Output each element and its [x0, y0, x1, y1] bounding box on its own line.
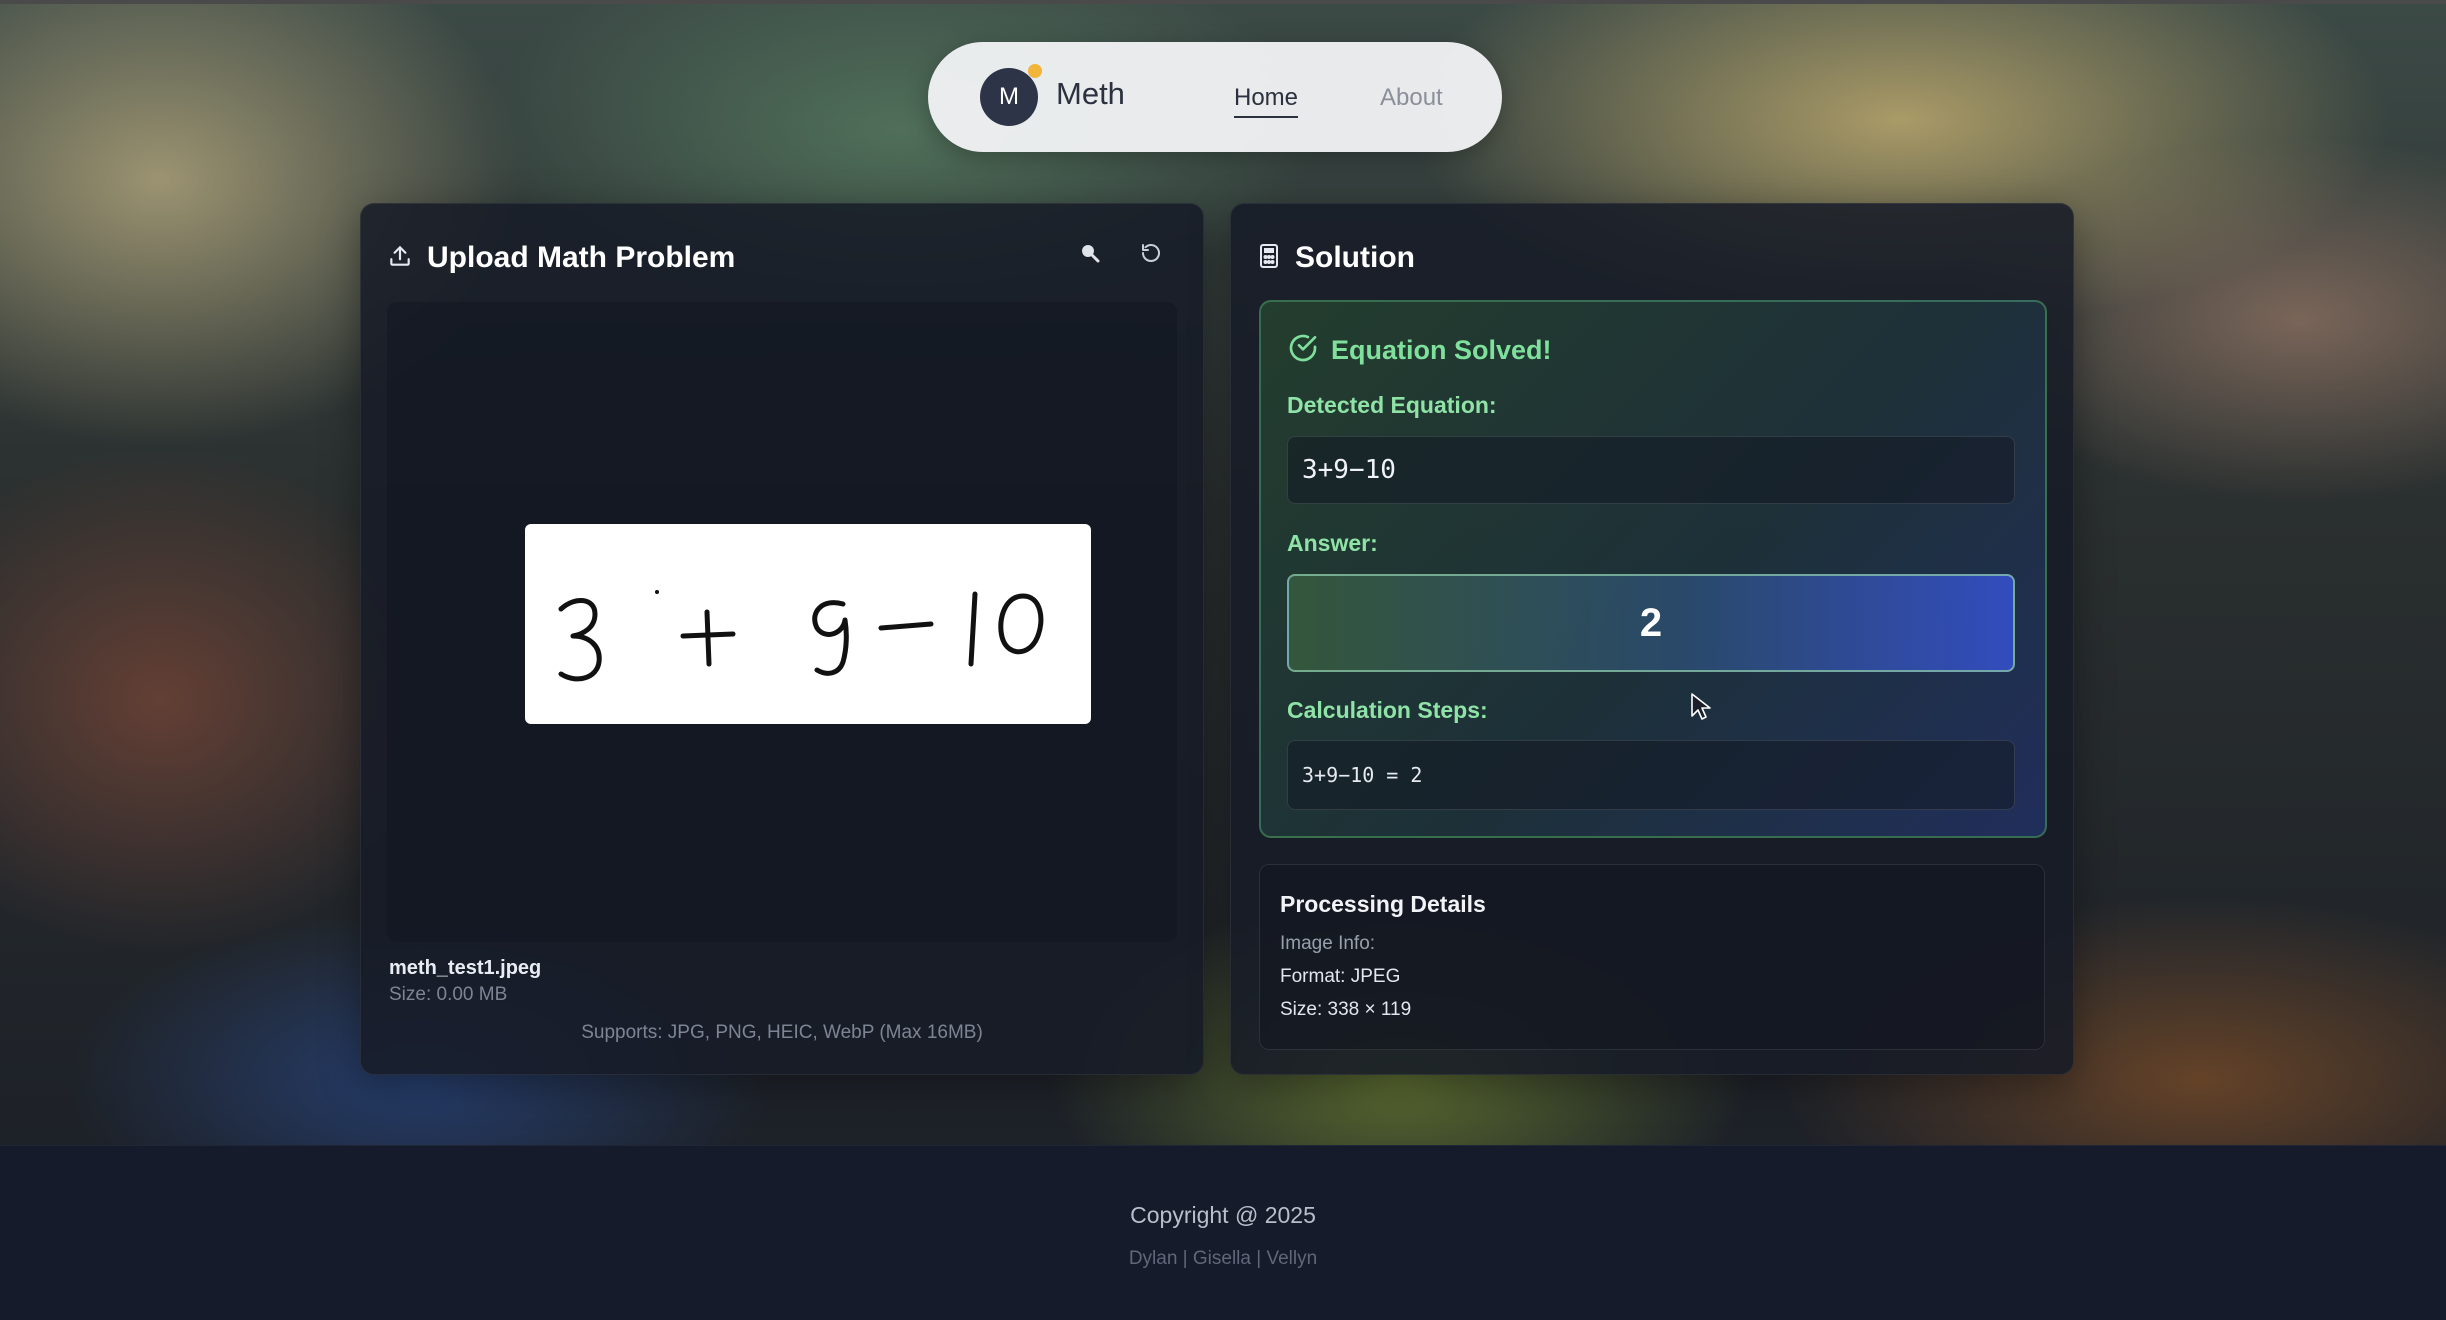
- avatar-letter: M: [999, 83, 1019, 110]
- upload-icon: [387, 243, 413, 274]
- top-navbar: M Meth Home About: [928, 42, 1502, 152]
- zoom-button[interactable]: [1073, 238, 1107, 272]
- credits-text: Dylan | Gisella | Vellyn: [1128, 1248, 1318, 1269]
- calculation-steps-value: 3+9−10 = 2: [1302, 763, 1423, 787]
- solution-card: Solution Equation Solved! Detected Equat…: [1230, 203, 2074, 1075]
- nav-link-home[interactable]: Home: [1234, 84, 1299, 118]
- brand-avatar[interactable]: M: [980, 68, 1038, 126]
- detected-equation-field[interactable]: 3+9−10: [1287, 436, 2015, 504]
- brand-name[interactable]: Meth: [1056, 76, 1125, 112]
- calculation-steps-field[interactable]: 3+9−10 = 2: [1287, 740, 2015, 810]
- uploaded-image-preview: [525, 524, 1091, 724]
- calculator-icon: [1257, 243, 1281, 274]
- image-info-label: Image Info:: [1280, 933, 1376, 954]
- processing-details-panel: Processing Details Image Info: Format: J…: [1259, 864, 2045, 1050]
- supported-formats-note: Supports: JPG, PNG, HEIC, WebP (Max 16MB…: [581, 1022, 983, 1043]
- refresh-icon: [1139, 241, 1163, 270]
- notification-dot: [1028, 64, 1042, 78]
- check-circle-icon: [1287, 332, 1319, 369]
- answer-value: 2: [1639, 600, 1663, 645]
- solved-status-text: Equation Solved!: [1331, 335, 1552, 365]
- upload-drop-area[interactable]: [387, 302, 1177, 942]
- image-format: Format: JPEG: [1280, 966, 1401, 987]
- solution-card-header: Solution: [1257, 240, 1415, 276]
- file-size: Size: 0.00 MB: [389, 984, 508, 1005]
- image-dimensions: Size: 338 × 119: [1280, 999, 1412, 1020]
- calculation-steps-label: Calculation Steps:: [1287, 697, 1488, 723]
- copyright-text: Copyright @ 2025: [1130, 1202, 1316, 1228]
- answer-field[interactable]: 2: [1287, 574, 2015, 672]
- detected-equation-label: Detected Equation:: [1287, 392, 1497, 418]
- reset-button[interactable]: [1134, 238, 1168, 272]
- solved-status: Equation Solved!: [1287, 332, 1552, 369]
- result-panel: Equation Solved! Detected Equation: 3+9−…: [1259, 300, 2047, 838]
- page-footer: Copyright @ 2025 Dylan | Gisella | Velly…: [0, 1145, 2446, 1320]
- answer-label: Answer:: [1287, 530, 1378, 556]
- file-name: meth_test1.jpeg: [389, 957, 542, 979]
- detected-equation-value: 3+9−10: [1302, 455, 1396, 485]
- pointer-cursor-icon: [1690, 692, 1712, 727]
- nav-link-about[interactable]: About: [1380, 84, 1443, 112]
- processing-details-title: Processing Details: [1280, 891, 1486, 917]
- solution-card-title: Solution: [1295, 241, 1415, 274]
- upload-card-title: Upload Math Problem: [427, 241, 736, 274]
- window-top-edge: [0, 0, 2446, 4]
- upload-card: Upload Math Problem meth_test1.jpeg Size…: [360, 203, 1204, 1075]
- upload-card-header: Upload Math Problem: [387, 240, 735, 276]
- search-icon: [1078, 241, 1102, 270]
